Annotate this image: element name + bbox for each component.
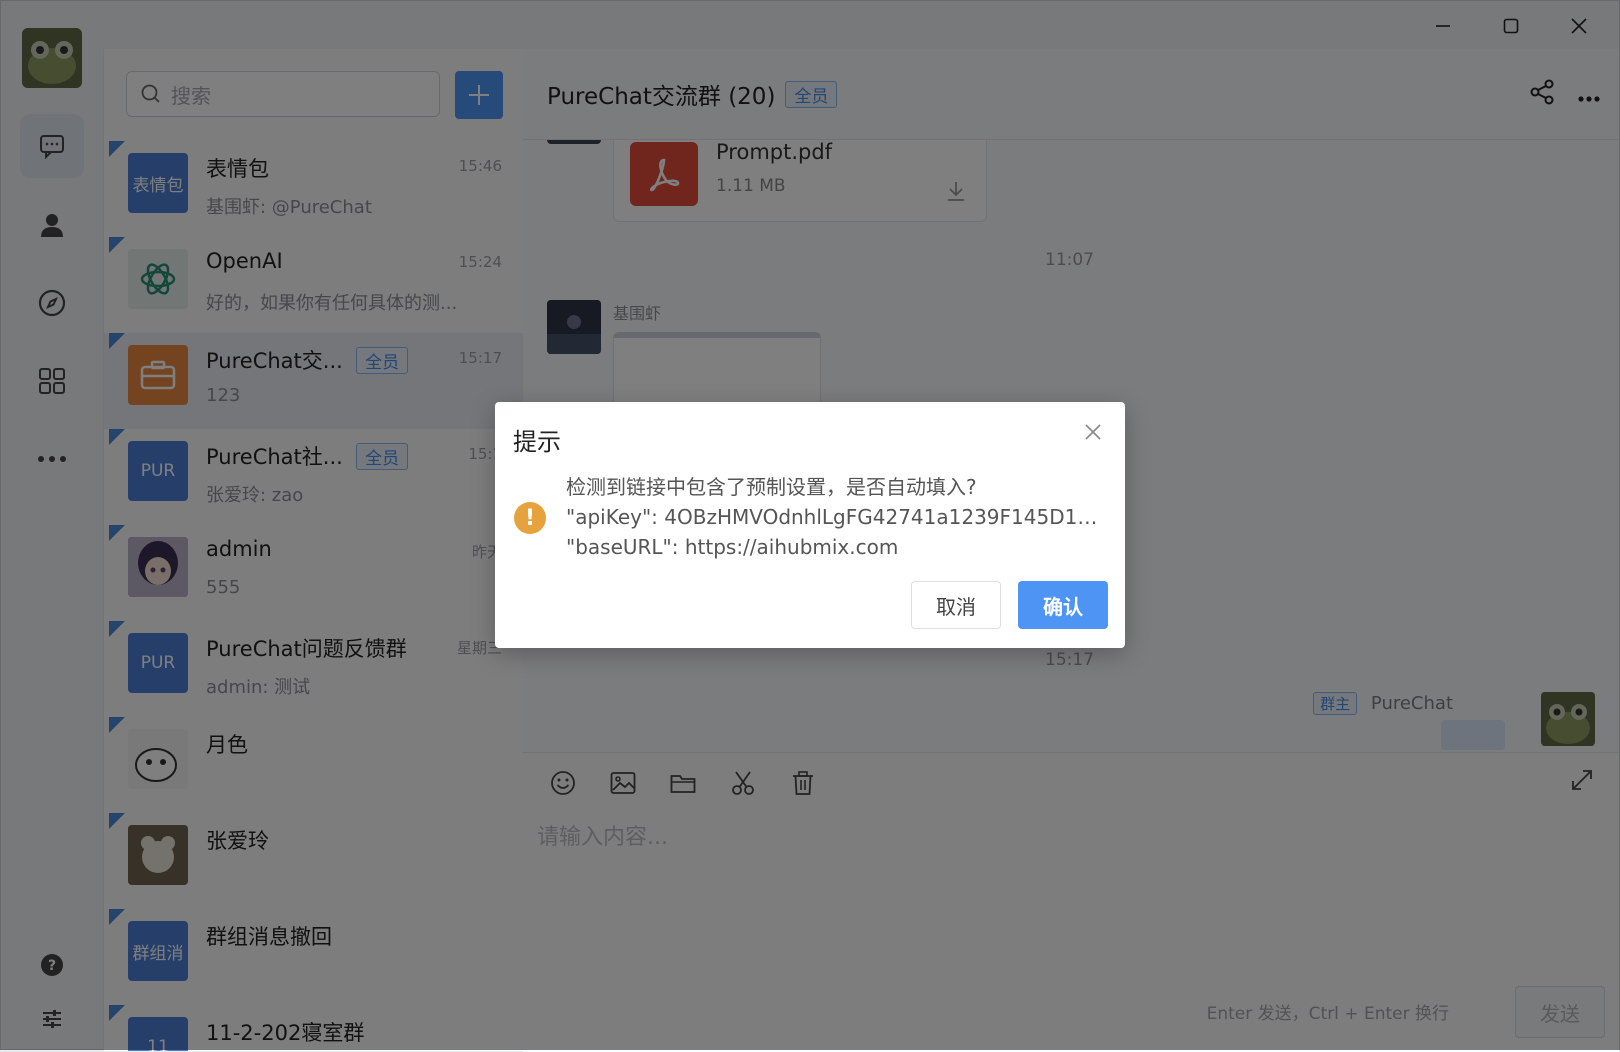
dialog-message: 检测到链接中包含了预制设置，是否自动填入? "apiKey": 4OBzHMVO… xyxy=(566,472,1106,562)
confirm-dialog: 提示 ! 检测到链接中包含了预制设置，是否自动填入? "apiKey": 4OB… xyxy=(495,402,1125,648)
dialog-line: "apiKey": 4OBzHMVOdnhlLgFG42741a1239F145… xyxy=(566,505,1106,529)
dialog-line: "baseURL": https://aihubmix.com xyxy=(566,535,899,559)
dialog-line: 检测到链接中包含了预制设置，是否自动填入? xyxy=(566,475,977,499)
cancel-button[interactable]: 取消 xyxy=(911,581,1001,629)
warning-icon: ! xyxy=(514,502,546,534)
confirm-button[interactable]: 确认 xyxy=(1018,581,1108,629)
close-icon[interactable] xyxy=(1079,418,1107,446)
dialog-title: 提示 xyxy=(513,428,561,456)
